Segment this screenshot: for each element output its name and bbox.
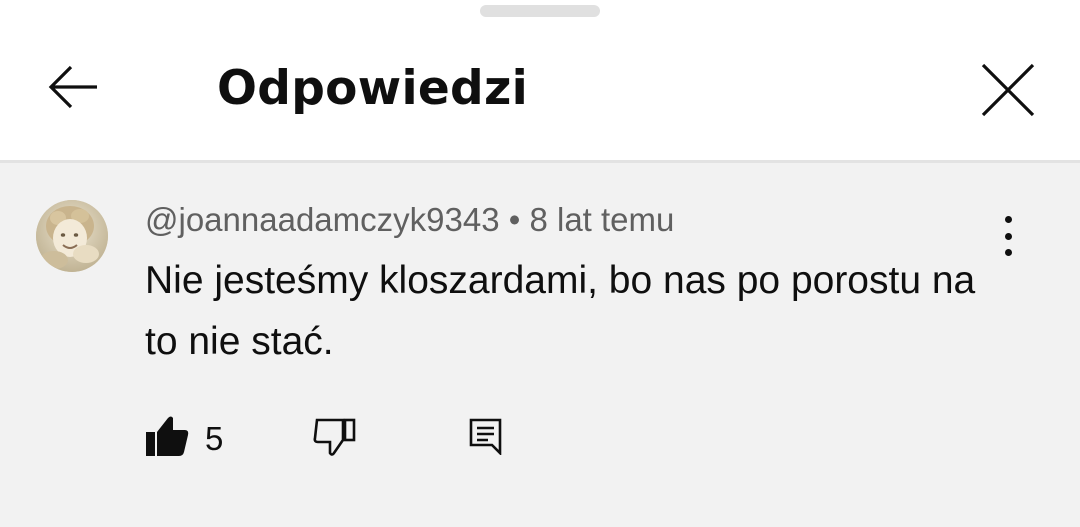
comment-author[interactable]: @joannaadamczyk9343 [145,201,500,238]
comment-text: Nie jesteśmy kloszardami, bo nas po poro… [145,259,976,363]
replies-sheet: Odpowiedzi @joannaadamczyk9343 • 8 lat t… [0,0,1080,527]
more-options-button[interactable] [988,212,1028,260]
reply-button[interactable] [468,417,504,457]
drag-handle[interactable] [480,5,600,17]
meta-separator: • [508,201,521,238]
back-button[interactable] [28,52,118,122]
comment-reply-icon [469,418,502,457]
comment-meta: @joannaadamczyk9343 • 8 lat temu [145,199,674,241]
arrow-left-icon [48,65,97,109]
more-vertical-icon-dot-middle [1004,232,1012,240]
sheet-header: Odpowiedzi [0,0,1080,160]
more-vertical-icon-dot-top [1004,216,1012,223]
sheet-title: Odpowiedzi [217,61,529,116]
avatar[interactable] [36,200,108,272]
like-button[interactable] [144,414,192,460]
avatar-image [36,200,108,272]
thumb-up-icon [146,416,189,456]
close-button[interactable] [968,52,1048,128]
close-icon [981,63,1035,117]
like-count: 5 [205,420,224,457]
comment-time: 8 lat temu [529,201,675,238]
thumb-down-icon [313,418,356,456]
more-vertical-icon-dot-bottom [1004,249,1012,256]
dislike-button[interactable] [312,416,360,460]
